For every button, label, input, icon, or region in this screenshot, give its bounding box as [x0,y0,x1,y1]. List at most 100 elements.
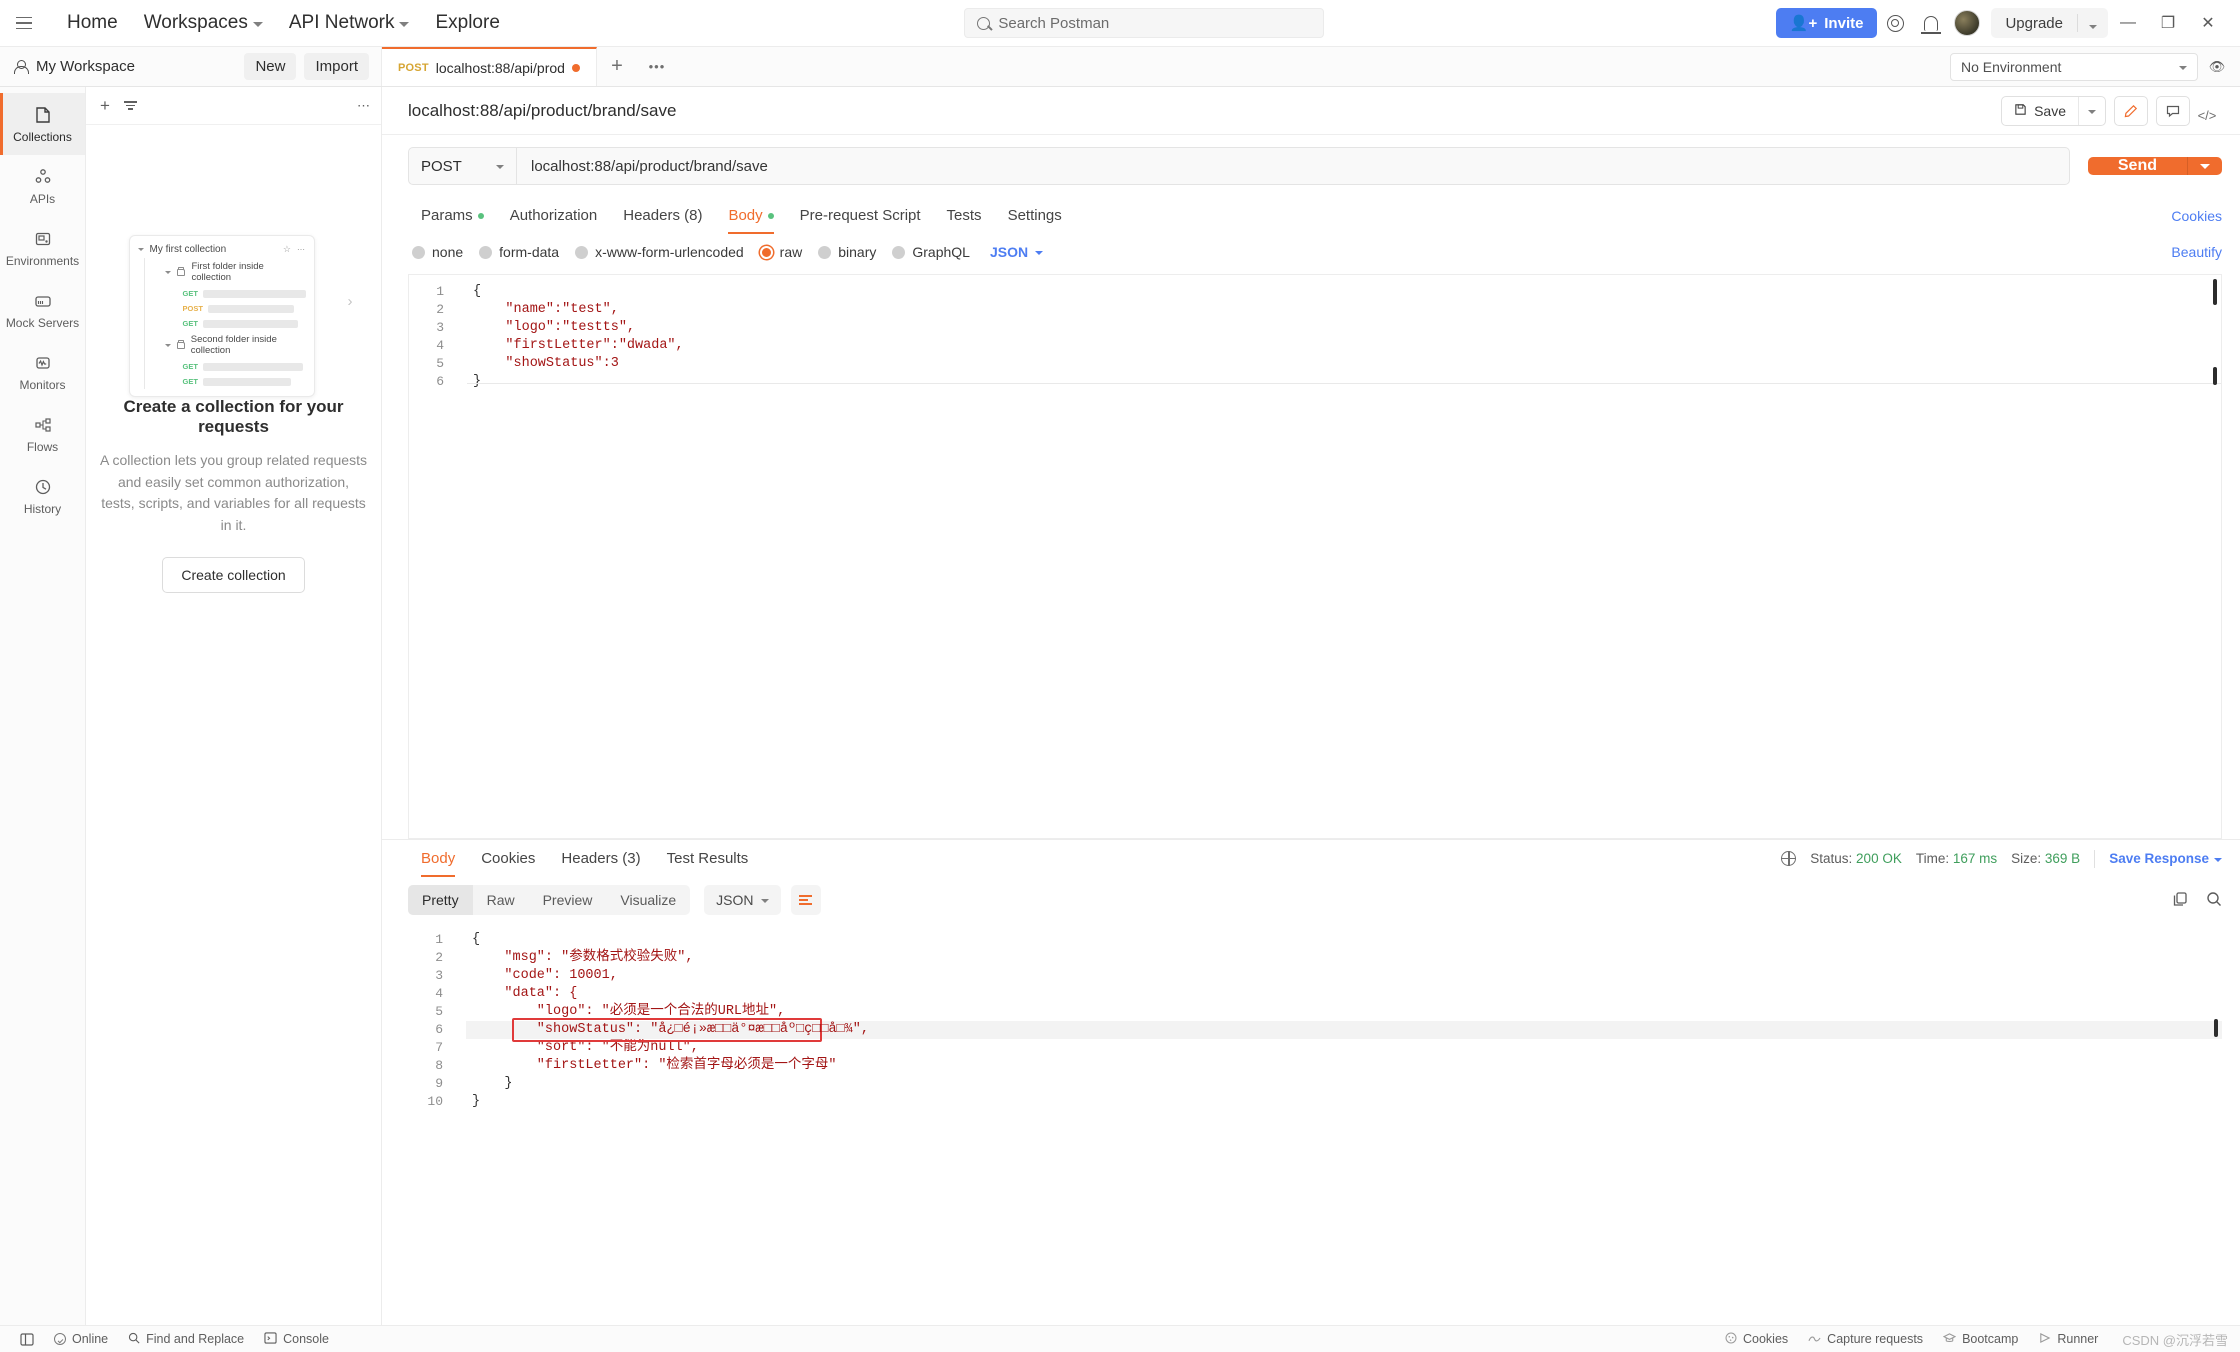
comment-button[interactable] [2156,95,2190,126]
nav-home[interactable]: Home [54,6,131,40]
response-code-area[interactable]: { "msg": "参数格式校验失败", "code": 10001, "dat… [466,923,2222,1325]
radio-icon [892,245,906,259]
bootcamp-button[interactable]: Bootcamp [1933,1332,2028,1347]
body-type-none[interactable]: none [408,240,475,264]
editor-scrollbar[interactable] [2209,275,2219,838]
line-number: 8 [435,1058,443,1073]
body-type-form-data[interactable]: form-data [475,240,571,264]
illustration-request-row: GET [165,316,314,331]
tab-pre-request-script[interactable]: Pre-request Script [787,197,934,234]
request-tab[interactable]: POST localhost:88/api/prod [382,47,597,86]
code-line: "firstLetter":"dwada", [473,338,684,353]
body-type-label: x-www-form-urlencoded [595,244,744,260]
runner-button[interactable]: Runner [2028,1332,2108,1347]
window-minimize-button[interactable]: — [2108,6,2148,40]
tab-params[interactable]: Params [408,197,497,234]
invite-button[interactable]: 👤+ Invite [1775,8,1878,38]
nav-api-network[interactable]: API Network [276,6,423,40]
find-and-replace-button[interactable]: Find and Replace [118,1332,254,1347]
workspace-selector[interactable]: My Workspace New Import [0,47,382,86]
body-type-raw[interactable]: raw [756,240,815,264]
search-response-button[interactable] [2206,891,2222,910]
save-response-button[interactable]: Save Response [2109,851,2222,866]
window-maximize-button[interactable]: ❐ [2148,6,2188,40]
folder-icon [176,267,186,276]
cookies-link[interactable]: Cookies [2171,208,2222,224]
tab-settings[interactable]: Settings [995,197,1075,234]
window-close-button[interactable]: ✕ [2188,6,2228,40]
code-line: "showStatus":3 [473,356,619,371]
view-mode-raw[interactable]: Raw [473,885,529,915]
response-scrollbar[interactable] [2210,923,2220,1325]
environment-quicklook-button[interactable]: 👁 [2202,52,2232,82]
rail-item-environments[interactable]: Environments [0,217,85,279]
rail-item-mock-servers[interactable]: Mock Servers [0,279,85,341]
rail-item-collections[interactable]: Collections [0,93,85,155]
scrollbar-thumb-top[interactable] [2213,279,2217,305]
body-type-urlencoded[interactable]: x-www-form-urlencoded [571,240,756,264]
nav-explore[interactable]: Explore [422,6,512,40]
code-snippet-button[interactable]: </> [2190,98,2224,123]
body-type-binary[interactable]: binary [814,240,888,264]
filter-icon[interactable] [123,101,137,110]
sidebar-toggle-button[interactable] [10,1332,44,1346]
response-tab-cookies[interactable]: Cookies [468,840,548,877]
edit-button[interactable] [2114,95,2148,126]
import-button[interactable]: Import [304,53,369,80]
rail-item-monitors[interactable]: Monitors [0,341,85,403]
editor-code-area[interactable]: { "name":"test", "logo":"testts", "first… [467,275,2221,838]
save-button[interactable]: Save [2002,97,2078,125]
send-button[interactable]: Send [2087,157,2187,175]
send-options-button[interactable] [2187,157,2222,175]
cookies-status-button[interactable]: Cookies [1715,1332,1798,1347]
response-tab-test-results[interactable]: Test Results [654,840,762,877]
capture-requests-button[interactable]: Capture requests [1798,1332,1933,1347]
url-input[interactable]: localhost:88/api/product/brand/save [516,147,2070,185]
upgrade-group: Upgrade [1991,8,2108,38]
view-mode-preview[interactable]: Preview [529,885,607,915]
create-collection-button[interactable]: Create collection [162,556,305,593]
search-input[interactable]: Search Postman [964,8,1325,38]
console-button[interactable]: Console [254,1331,339,1347]
tab-tests[interactable]: Tests [934,197,995,234]
copy-button[interactable] [2172,891,2188,910]
rail-item-history[interactable]: History [0,465,85,527]
new-tab-button[interactable]: + [597,47,637,86]
new-button[interactable]: New [244,53,297,80]
settings-button[interactable] [1877,6,1913,40]
response-tab-headers[interactable]: Headers (3) [548,840,653,877]
scrollbar-thumb[interactable] [2213,367,2217,385]
tab-body[interactable]: Body [715,197,786,234]
sidebar-add-button[interactable]: + [96,96,114,116]
view-mode-visualize[interactable]: Visualize [606,885,690,915]
body-type-graphql[interactable]: GraphQL [888,240,982,264]
response-tab-body[interactable]: Body [408,840,468,877]
beautify-button[interactable]: Beautify [2171,244,2222,260]
upgrade-caret-button[interactable] [2078,16,2108,31]
tab-headers[interactable]: Headers (8) [610,197,715,234]
hamburger-icon[interactable] [16,15,38,31]
environment-select[interactable]: No Environment [1950,52,2198,81]
bell-icon [1921,15,1942,34]
rail-item-apis[interactable]: APIs [0,155,85,217]
nav-workspaces[interactable]: Workspaces [131,6,276,40]
status-online[interactable]: Online [44,1332,118,1346]
chevron-down-icon [1035,251,1044,255]
request-body-editor[interactable]: 1 2 3 4 5 6 { "name":"test", "logo":"tes… [408,274,2222,839]
chevron-down-icon [2088,109,2096,114]
body-format-select[interactable]: JSON [982,244,1051,260]
notifications-button[interactable] [1913,6,1949,40]
tab-options-button[interactable]: ••• [637,47,677,86]
response-body-editor[interactable]: 1 2 3 4 5 6 7 8 9 10 {"msg": "参数格式校验失败"… [408,923,2222,1325]
wrap-lines-button[interactable] [790,885,821,915]
tab-authorization[interactable]: Authorization [497,197,611,234]
upgrade-button[interactable]: Upgrade [1991,15,2077,32]
rail-item-flows[interactable]: Flows [0,403,85,465]
sidebar-options-button[interactable]: ⋯ [357,98,371,114]
main-area: Collections APIs Environments Mock Serve… [0,87,2240,1325]
view-mode-pretty[interactable]: Pretty [408,885,473,915]
response-format-select[interactable]: JSON [704,885,781,915]
save-options-button[interactable] [2079,97,2105,125]
method-select[interactable]: POST [408,147,516,185]
avatar-button[interactable] [1949,6,1985,40]
